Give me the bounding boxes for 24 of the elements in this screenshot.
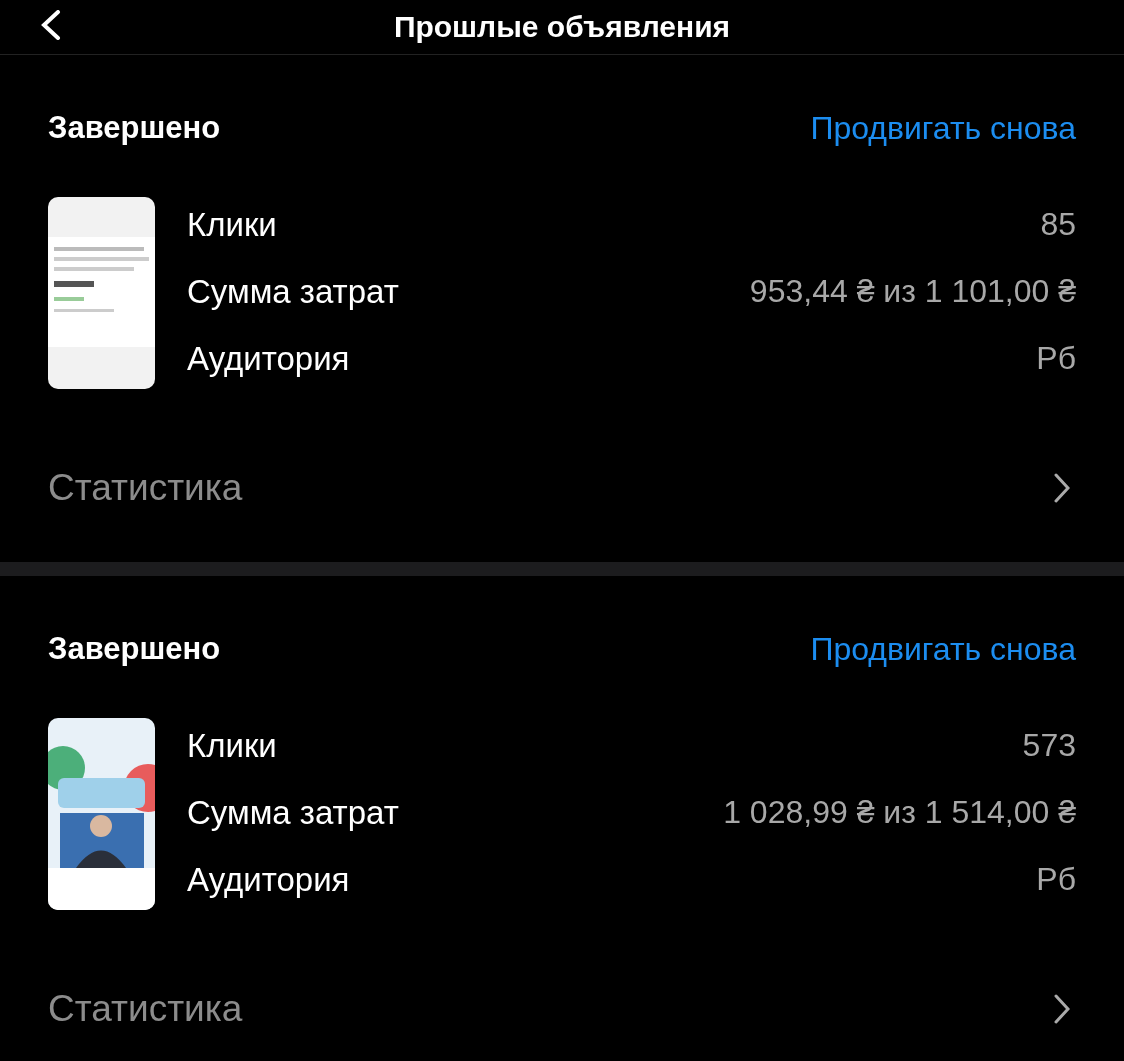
metric-label: Сумма затрат (187, 793, 399, 832)
statistics-label: Статистика (48, 467, 243, 509)
metric-value: 1 028,99 ₴ из 1 514,00 ₴ (723, 794, 1076, 831)
metric-label: Клики (187, 726, 277, 765)
status-label: Завершено (48, 110, 221, 146)
metric-value: 573 (1022, 727, 1076, 764)
metric-label: Клики (187, 205, 277, 244)
statistics-row[interactable]: Статистика (48, 969, 1076, 1049)
metric-value: 953,44 ₴ из 1 101,00 ₴ (749, 273, 1076, 310)
chevron-right-icon (1054, 994, 1070, 1024)
chevron-right-icon (1054, 473, 1070, 503)
statistics-label: Статистика (48, 988, 243, 1030)
status-label: Завершено (48, 631, 221, 667)
statistics-row[interactable]: Статистика (48, 448, 1076, 528)
metric-label: Аудитория (187, 339, 350, 378)
page-title: Прошлые объявления (393, 10, 731, 44)
promote-again-link[interactable]: Продвигать снова (810, 109, 1076, 147)
metric-value: Рб (1036, 340, 1076, 377)
metric-label: Сумма затрат (187, 272, 399, 311)
promote-again-link[interactable]: Продвигать снова (810, 630, 1076, 668)
metric-value: Рб (1036, 861, 1076, 898)
back-icon[interactable] (40, 10, 62, 40)
metric-label: Аудитория (187, 860, 350, 899)
metric-value: 85 (1040, 206, 1076, 243)
